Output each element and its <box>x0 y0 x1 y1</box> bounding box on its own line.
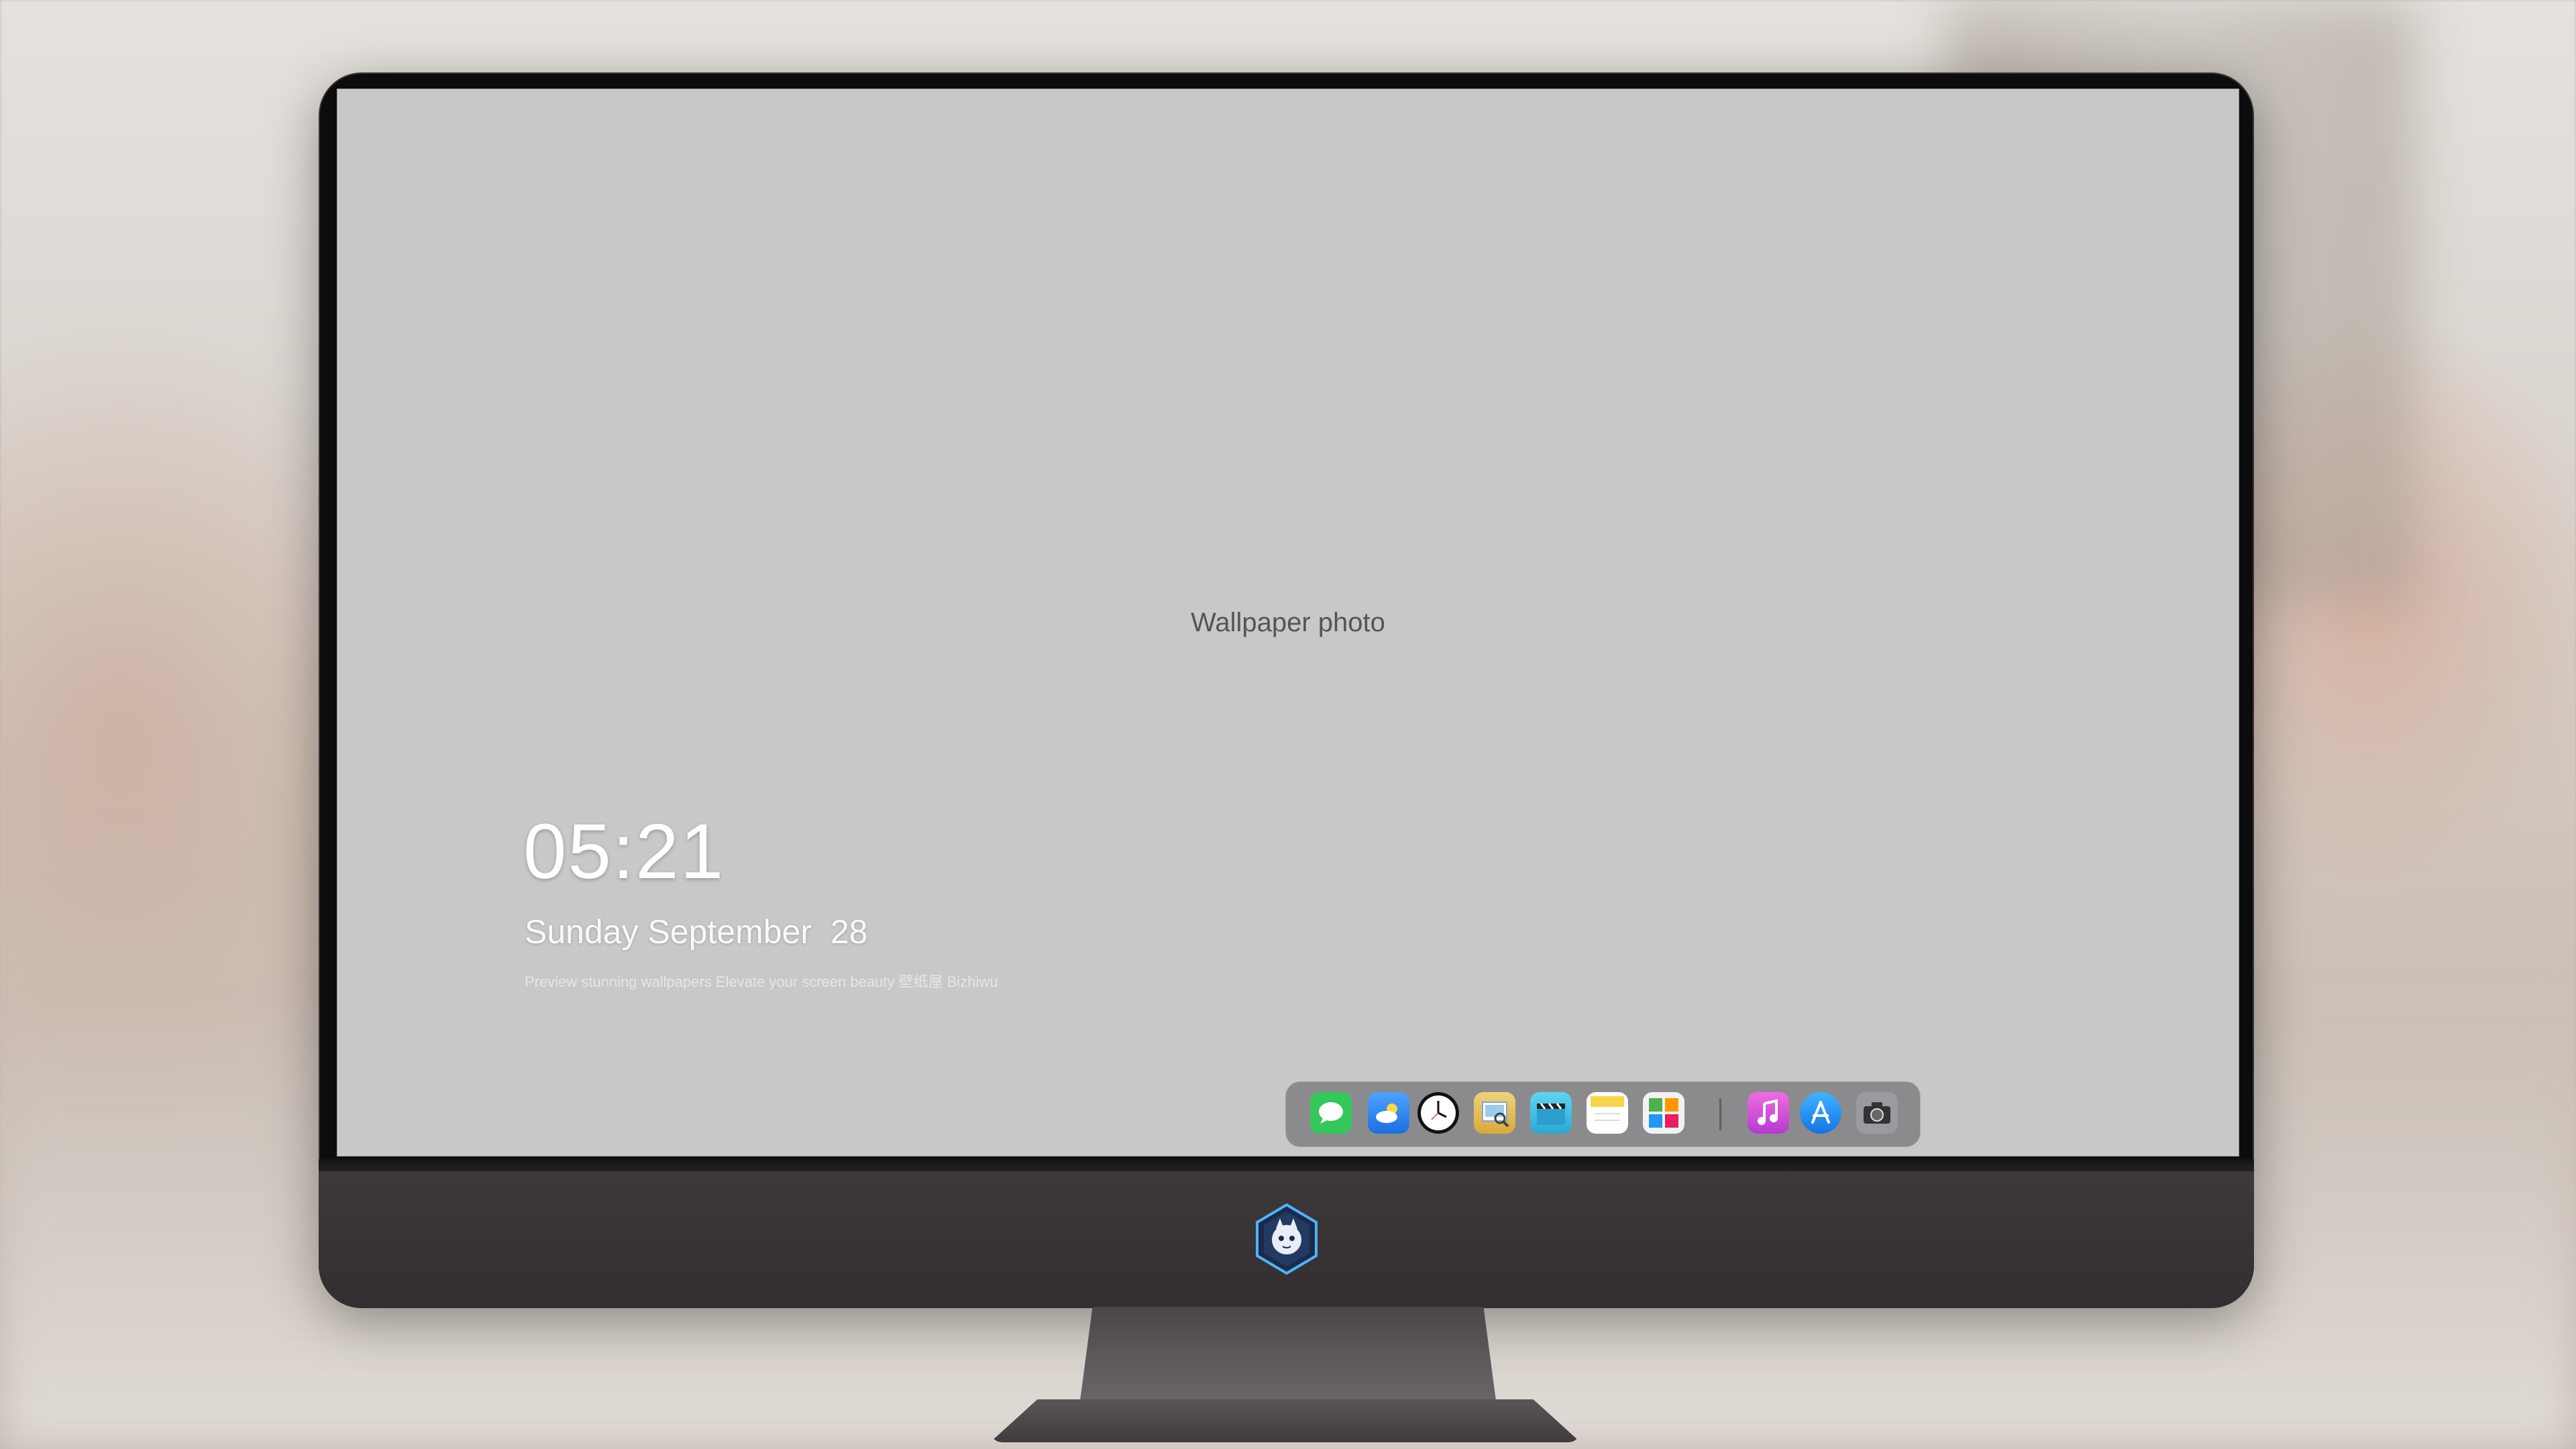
monitor-stand-neck <box>1080 1307 1496 1401</box>
music-icon[interactable] <box>1748 1092 1789 1134</box>
lockscreen-date: Sunday September 28 <box>525 913 868 951</box>
app-store-icon[interactable] <box>1800 1092 1841 1134</box>
brand-logo-icon <box>1253 1202 1320 1276</box>
dock <box>1285 1081 1921 1147</box>
video-icon[interactable] <box>1530 1092 1572 1134</box>
wallpaper-image: Wallpaper photo <box>337 89 2239 1157</box>
monitor-bezel: Wallpaper photo 05:21 Sunday September 2… <box>320 74 2253 1171</box>
photo-gallery-icon[interactable] <box>1643 1092 1684 1134</box>
weather-icon[interactable] <box>1368 1092 1409 1134</box>
lockscreen-tagline: Preview stunning wallpapers Elevate your… <box>525 973 998 990</box>
preview-icon[interactable] <box>1474 1092 1515 1134</box>
monitor: Wallpaper photo 05:21 Sunday September 2… <box>319 72 2254 1308</box>
dock-separator <box>1719 1098 1721 1130</box>
notes-icon[interactable] <box>1587 1092 1628 1134</box>
screen: Wallpaper photo 05:21 Sunday September 2… <box>337 89 2239 1157</box>
camera-icon[interactable] <box>1856 1092 1898 1134</box>
messages-icon[interactable] <box>1310 1092 1352 1134</box>
clock-icon[interactable] <box>1417 1092 1459 1134</box>
lockscreen-time: 05:21 <box>523 808 725 895</box>
monitor-stand-base <box>990 1399 1580 1442</box>
